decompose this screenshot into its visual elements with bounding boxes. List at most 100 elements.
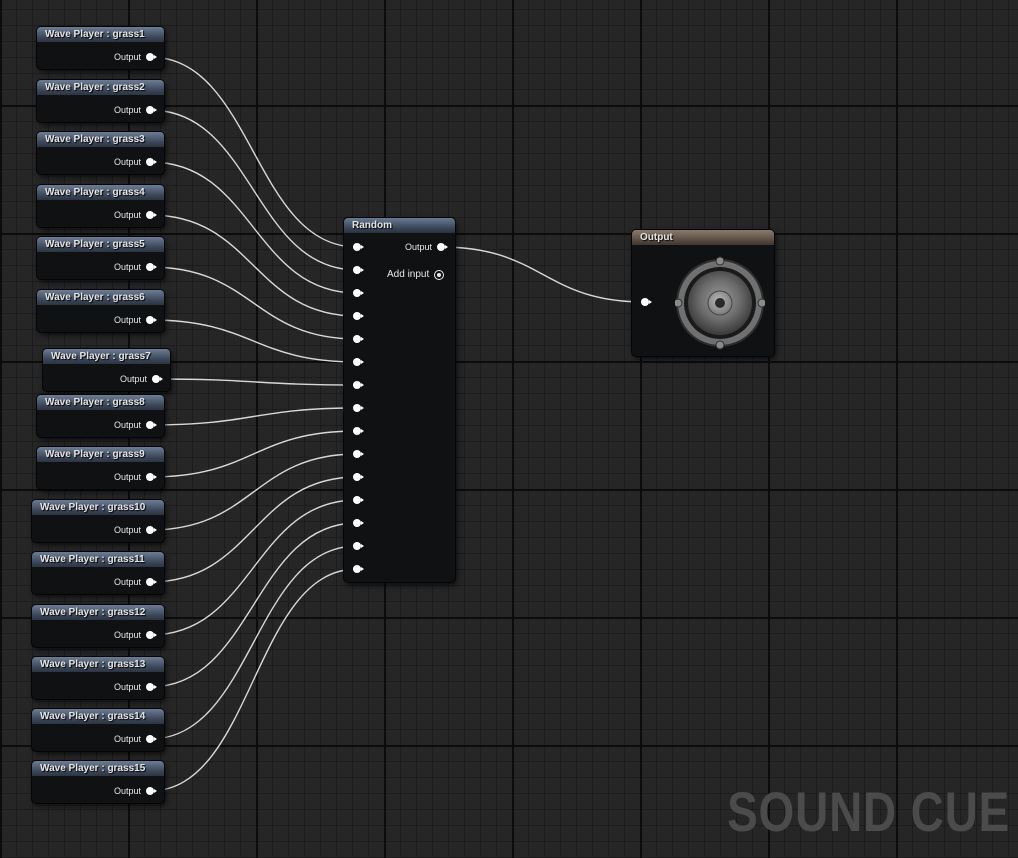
output-pin-icon[interactable] — [146, 211, 157, 219]
node-title: Wave Player : grass10 — [32, 500, 164, 515]
input-pin-icon[interactable] — [353, 565, 364, 573]
connection-wire — [149, 109, 358, 271]
sound-cue-watermark: SOUND CUE — [727, 780, 1010, 843]
input-pin-icon[interactable] — [641, 298, 652, 306]
node-title: Random — [344, 218, 455, 233]
port-label: Output — [113, 682, 141, 692]
port-label: Output — [113, 210, 141, 220]
output-pin-icon[interactable] — [146, 787, 157, 795]
output-port[interactable]: Output — [113, 682, 157, 692]
connection-wire — [149, 476, 358, 583]
input-pin-icon[interactable] — [353, 404, 364, 412]
input-pin-icon[interactable] — [353, 542, 364, 550]
port-label: Output — [113, 734, 141, 744]
graph-canvas[interactable]: Wave Player : grass1 Output Wave Player … — [0, 0, 1018, 858]
output-port[interactable]: Output — [113, 262, 157, 272]
output-port[interactable]: Output — [119, 374, 163, 384]
connection-wire — [149, 319, 358, 363]
output-pin-icon[interactable] — [146, 106, 157, 114]
output-pin-icon[interactable] — [146, 473, 157, 481]
wave-player-node[interactable]: Wave Player : grass10 Output — [32, 500, 164, 542]
add-circle-icon — [434, 269, 445, 280]
port-label: Output — [119, 374, 147, 384]
wave-player-node[interactable]: Wave Player : grass9 Output — [37, 447, 164, 489]
output-pin-icon[interactable] — [437, 243, 448, 251]
output-port[interactable]: Output — [114, 472, 157, 482]
output-pin-icon[interactable] — [146, 421, 157, 429]
output-port[interactable]: Output — [113, 525, 157, 535]
output-pin-icon[interactable] — [146, 53, 157, 61]
node-title: Wave Player : grass4 — [37, 185, 164, 200]
output-pin-icon[interactable] — [146, 631, 157, 639]
port-label: Output — [404, 242, 432, 252]
input-pin-icon[interactable] — [353, 266, 364, 274]
wave-player-node[interactable]: Wave Player : grass4 Output — [37, 185, 164, 227]
port-label: Output — [113, 630, 141, 640]
output-port[interactable]: Output — [113, 786, 157, 796]
output-pin-icon[interactable] — [146, 683, 157, 691]
wave-player-node[interactable]: Wave Player : grass7 Output — [43, 349, 170, 391]
node-title: Wave Player : grass11 — [32, 552, 164, 567]
connection-wire — [149, 568, 358, 792]
node-title: Output — [632, 230, 774, 245]
output-port[interactable]: Output — [113, 52, 157, 62]
output-port[interactable]: Output — [114, 420, 157, 430]
output-port[interactable]: Output — [113, 210, 157, 220]
input-pin-icon[interactable] — [353, 496, 364, 504]
wave-player-node[interactable]: Wave Player : grass15 Output — [32, 761, 164, 803]
output-pin-icon[interactable] — [146, 526, 157, 534]
input-pin-icon[interactable] — [353, 358, 364, 366]
wave-player-node[interactable]: Wave Player : grass12 Output — [32, 605, 164, 647]
port-label: Output — [113, 52, 141, 62]
input-pin-icon[interactable] — [353, 473, 364, 481]
random-node[interactable]: Random Output Add input — [344, 218, 455, 582]
wave-player-node[interactable]: Wave Player : grass2 Output — [37, 80, 164, 122]
port-label: Output — [113, 786, 141, 796]
port-label: Output — [113, 262, 141, 272]
input-pin-icon[interactable] — [353, 519, 364, 527]
port-label: Output — [113, 157, 141, 167]
output-port[interactable]: Output — [113, 157, 157, 167]
output-node[interactable]: Output — [632, 230, 774, 356]
output-pin-icon[interactable] — [146, 263, 157, 271]
wave-player-node[interactable]: Wave Player : grass11 Output — [32, 552, 164, 594]
connection-wire — [149, 161, 358, 294]
node-title: Wave Player : grass14 — [32, 709, 164, 724]
input-pin-icon[interactable] — [353, 289, 364, 297]
output-port[interactable]: Output — [113, 734, 157, 744]
output-pin-icon[interactable] — [146, 578, 157, 586]
wave-player-node[interactable]: Wave Player : grass13 Output — [32, 657, 164, 699]
connection-wire — [155, 378, 358, 386]
output-port[interactable]: Output — [113, 630, 157, 640]
connection-wire — [149, 214, 358, 317]
input-pin-icon[interactable] — [353, 335, 364, 343]
output-pin-icon[interactable] — [146, 158, 157, 166]
output-port[interactable]: Output — [404, 242, 448, 252]
output-port[interactable]: Output — [114, 105, 157, 115]
input-pin-icon[interactable] — [353, 243, 364, 251]
input-pin-icon[interactable] — [353, 312, 364, 320]
node-title: Wave Player : grass13 — [32, 657, 164, 672]
wave-player-node[interactable]: Wave Player : grass5 Output — [37, 237, 164, 279]
node-title: Wave Player : grass12 — [32, 605, 164, 620]
port-label: Output — [113, 525, 141, 535]
output-port[interactable]: Output — [114, 577, 157, 587]
wave-player-node[interactable]: Wave Player : grass14 Output — [32, 709, 164, 751]
input-pin-icon[interactable] — [353, 427, 364, 435]
wave-player-node[interactable]: Wave Player : grass8 Output — [37, 395, 164, 437]
connection-wire — [440, 246, 646, 303]
wave-player-node[interactable]: Wave Player : grass1 Output — [37, 27, 164, 69]
output-pin-icon[interactable] — [146, 735, 157, 743]
wave-player-node[interactable]: Wave Player : grass6 Output — [37, 290, 164, 332]
output-pin-icon[interactable] — [146, 316, 157, 324]
output-pin-icon[interactable] — [152, 375, 163, 383]
wave-player-node[interactable]: Wave Player : grass3 Output — [37, 132, 164, 174]
connection-wire — [149, 430, 358, 478]
connection-wire — [149, 545, 358, 740]
add-input-button[interactable]: Add input — [387, 269, 445, 280]
input-pin-icon[interactable] — [353, 450, 364, 458]
add-input-label: Add input — [387, 269, 430, 280]
output-port[interactable]: Output — [114, 315, 157, 325]
connection-wire — [149, 522, 358, 688]
input-pin-icon[interactable] — [353, 381, 364, 389]
